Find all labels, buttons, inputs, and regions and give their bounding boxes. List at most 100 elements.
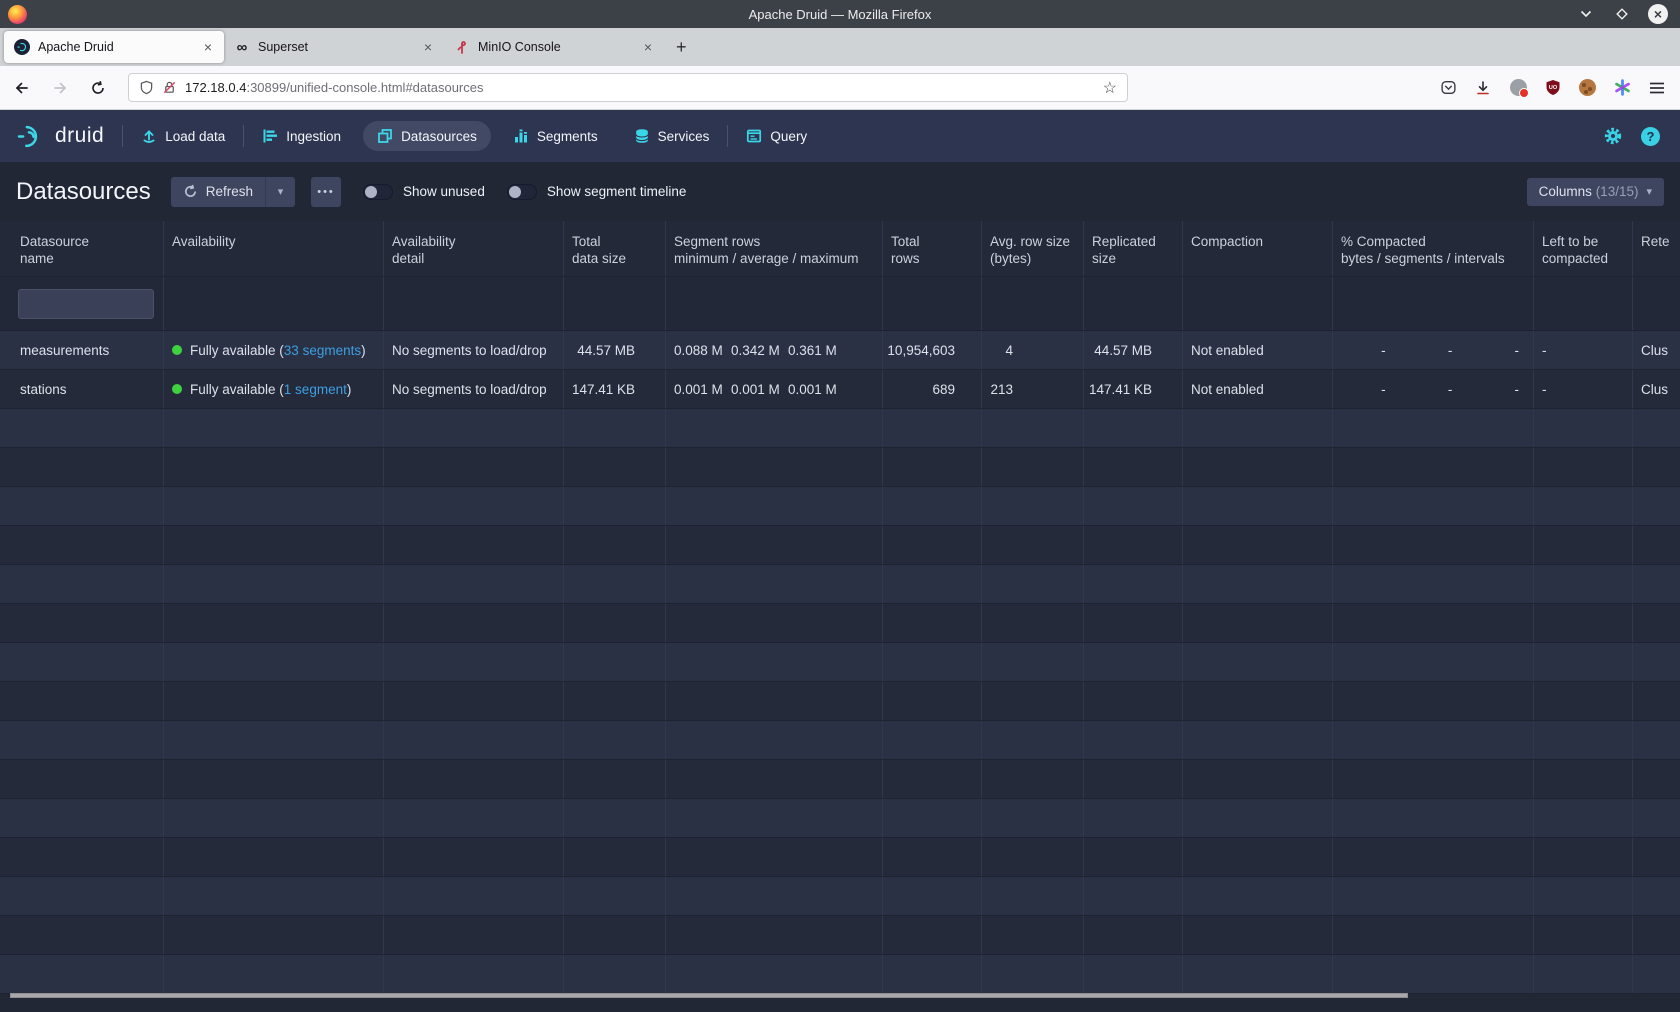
toggle-track[interactable]: [507, 184, 537, 200]
reload-button[interactable]: [82, 73, 114, 103]
refresh-dropdown-button[interactable]: ▾: [265, 177, 295, 207]
maximize-icon[interactable]: [1612, 4, 1632, 24]
scrollbar-thumb[interactable]: [10, 993, 1408, 998]
empty-cell: [1084, 799, 1183, 837]
more-actions-button[interactable]: •••: [311, 177, 341, 207]
pocket-icon[interactable]: [1439, 79, 1457, 97]
caret-down-icon: ▾: [1646, 185, 1652, 198]
table-row-stations[interactable]: stations Fully available (1 segment) No …: [0, 370, 1680, 409]
refresh-button[interactable]: Refresh: [171, 177, 265, 207]
empty-cell: [1333, 760, 1534, 798]
col-header-availability-detail[interactable]: Availability detail: [384, 221, 564, 276]
col-header-availability[interactable]: Availability: [164, 221, 384, 276]
tab-close-icon[interactable]: ×: [200, 39, 216, 55]
empty-cell: [0, 955, 164, 993]
empty-cell: [0, 409, 164, 447]
show-unused-toggle[interactable]: Show unused: [363, 184, 485, 200]
empty-cell: [1633, 604, 1680, 642]
columns-button[interactable]: Columns (13/15) ▾: [1527, 178, 1664, 206]
col-header-compaction[interactable]: Compaction: [1183, 221, 1333, 276]
nav-item-query[interactable]: Query: [732, 121, 821, 151]
col-header-left-to-be-compacted[interactable]: Left to be compacted: [1534, 221, 1633, 276]
downloads-icon[interactable]: [1474, 79, 1492, 97]
empty-cell: [1534, 799, 1633, 837]
url-bar[interactable]: 172.18.0.4:30899/unified-console.html#da…: [128, 73, 1128, 102]
cell-replicated-size: 147.41 KB: [1084, 370, 1183, 408]
table-row-empty: [0, 721, 1680, 760]
empty-cell: [982, 682, 1084, 720]
empty-cell: [564, 838, 666, 876]
nav-toolbar: 172.18.0.4:30899/unified-console.html#da…: [0, 66, 1680, 110]
hamburger-menu-icon[interactable]: [1648, 79, 1666, 97]
empty-cell: [1183, 643, 1333, 681]
col-header-replicated-size[interactable]: Replicated size: [1084, 221, 1183, 276]
tab-close-icon[interactable]: ×: [420, 39, 436, 55]
show-segment-timeline-toggle[interactable]: Show segment timeline: [507, 184, 687, 200]
empty-cell: [384, 721, 564, 759]
nav-item-segments[interactable]: Segments: [499, 121, 612, 151]
empty-cell: [0, 721, 164, 759]
extension-account-icon[interactable]: [1509, 79, 1527, 97]
nav-item-load-data[interactable]: Load data: [127, 121, 239, 151]
table-row-empty: [0, 604, 1680, 643]
nav-item-services[interactable]: Services: [620, 121, 724, 151]
empty-cell: [564, 487, 666, 525]
cell-avg-row-size: 213: [982, 370, 1084, 408]
tab-apache-druid[interactable]: Apache Druid ×: [4, 31, 224, 63]
col-header-segment-rows[interactable]: Segment rows minimum / average / maximum: [666, 221, 883, 276]
cell-total-rows: 689: [883, 370, 982, 408]
insecure-lock-icon[interactable]: [162, 80, 177, 95]
cookie-extension-icon[interactable]: [1579, 79, 1596, 96]
url-text[interactable]: 172.18.0.4:30899/unified-console.html#da…: [185, 80, 1095, 95]
toggle-label: Show unused: [403, 184, 485, 199]
empty-cell: [164, 565, 384, 603]
tab-minio-console[interactable]: MinIO Console ×: [444, 31, 664, 63]
segments-link[interactable]: 1 segment: [284, 382, 347, 397]
empty-cell: [384, 877, 564, 915]
tab-close-icon[interactable]: ×: [640, 39, 656, 55]
datasource-name-filter-input[interactable]: [18, 289, 154, 319]
nav-item-ingestion[interactable]: Ingestion: [248, 121, 355, 151]
empty-cell: [1333, 604, 1534, 642]
back-button[interactable]: [6, 73, 38, 103]
col-header-pct-compacted[interactable]: % Compacted bytes / segments / intervals: [1333, 221, 1534, 276]
empty-cell: [666, 409, 883, 447]
empty-cell: [1633, 682, 1680, 720]
empty-cell: [982, 487, 1084, 525]
druid-logo[interactable]: druid: [0, 123, 122, 150]
settings-gear-icon[interactable]: [1603, 126, 1623, 146]
tracking-shield-icon[interactable]: [139, 80, 154, 95]
cell-total-data-size: 44.57 MB: [564, 331, 666, 369]
colorful-asterisk-extension-icon[interactable]: [1613, 79, 1631, 97]
close-window-icon[interactable]: ×: [1648, 4, 1668, 24]
toggle-track[interactable]: [363, 184, 393, 200]
empty-cell: [1534, 643, 1633, 681]
empty-cell: [666, 799, 883, 837]
empty-cell: [1084, 487, 1183, 525]
filter-cell: [1333, 277, 1534, 330]
empty-cell: [1534, 565, 1633, 603]
horizontal-scrollbar[interactable]: [0, 992, 1680, 999]
col-header-avg-row-size[interactable]: Avg. row size (bytes): [982, 221, 1084, 276]
empty-cell: [0, 760, 164, 798]
col-header-retention[interactable]: Rete: [1633, 221, 1680, 276]
bookmark-star-icon[interactable]: ☆: [1103, 78, 1117, 98]
empty-cell: [564, 682, 666, 720]
help-icon[interactable]: ?: [1641, 127, 1660, 146]
forward-button[interactable]: [44, 73, 76, 103]
empty-cell: [883, 799, 982, 837]
segments-link[interactable]: 33 segments: [284, 343, 361, 358]
tab-superset[interactable]: ∞ Superset ×: [224, 31, 444, 63]
empty-cell: [666, 877, 883, 915]
ublock-origin-icon[interactable]: UO: [1544, 79, 1562, 97]
table-row-empty: [0, 916, 1680, 955]
empty-cell: [1183, 565, 1333, 603]
col-header-total-rows[interactable]: Total rows: [883, 221, 982, 276]
table-row-measurements[interactable]: measurements Fully available (33 segment…: [0, 331, 1680, 370]
minimize-icon[interactable]: [1576, 4, 1596, 24]
new-tab-button[interactable]: +: [664, 37, 699, 58]
empty-cell: [666, 643, 883, 681]
col-header-total-data-size[interactable]: Total data size: [564, 221, 666, 276]
nav-item-datasources[interactable]: Datasources: [363, 121, 491, 151]
col-header-datasource-name[interactable]: Datasource name: [0, 221, 164, 276]
